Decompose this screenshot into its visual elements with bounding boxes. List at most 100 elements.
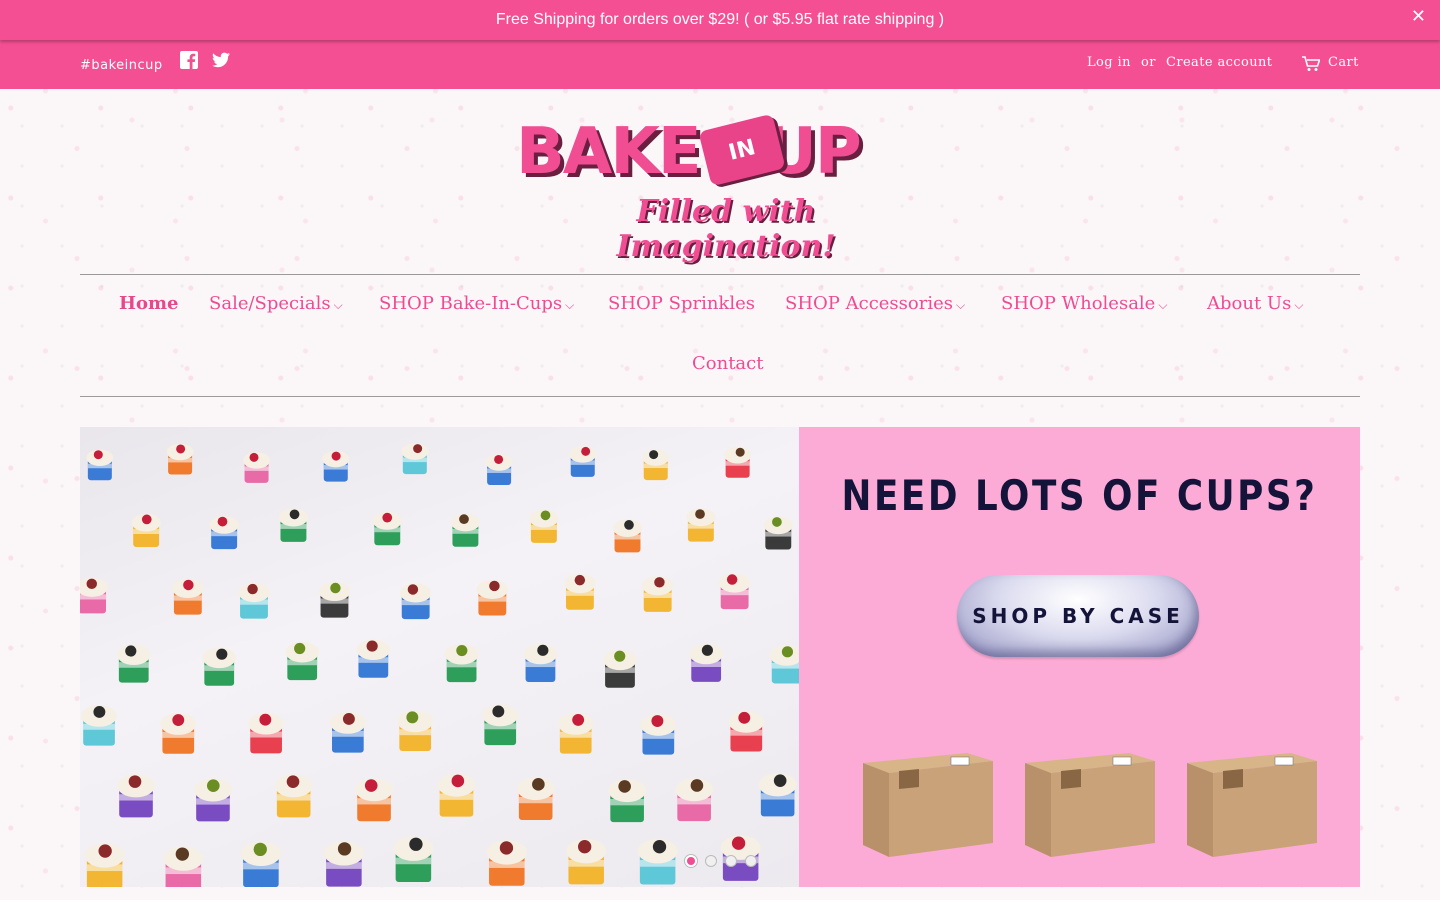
cupcake	[166, 443, 194, 475]
cupcake	[372, 511, 402, 546]
announcement-text: Free Shipping for orders over $29! ( or …	[495, 11, 945, 28]
cupcakes-illustration	[80, 443, 799, 887]
logo-tagline: Filled with Imagination!	[616, 194, 836, 264]
cart-icon[interactable]	[1302, 56, 1320, 72]
cupcake	[194, 778, 232, 822]
cupcake	[117, 644, 151, 683]
cupcake	[248, 712, 284, 754]
cupcake	[393, 836, 434, 882]
slideshow-pagination	[685, 855, 757, 867]
cupcake	[523, 643, 558, 682]
promo-headline: NEED LOTS OF CUPS?	[841, 471, 1318, 520]
nav-divider-bottom	[80, 396, 1360, 397]
cupcake	[318, 581, 351, 618]
cart-link[interactable]: Cart	[1328, 55, 1359, 70]
cupcake	[274, 774, 313, 818]
hashtag-link[interactable]: #bakeincup	[80, 58, 163, 73]
slide-dot-2[interactable]	[705, 855, 717, 867]
nav-item-shop-accessories[interactable]: SHOP Accessories ⌵	[785, 293, 965, 314]
cupcake	[397, 710, 434, 752]
cupcake	[243, 452, 271, 483]
cupcake	[400, 583, 432, 620]
cupcake	[758, 773, 797, 817]
cupcake	[330, 712, 366, 753]
cupcake	[81, 705, 117, 746]
chevron-down-icon: ⌵	[565, 298, 575, 312]
nav-item-label: About Us	[1207, 293, 1292, 314]
cupcake	[163, 846, 204, 887]
nav-item-label: Home	[119, 293, 179, 314]
cupcake	[356, 639, 391, 678]
shop-by-case-button[interactable]: SHOP BY CASE	[957, 575, 1199, 657]
site-logo[interactable]: BAKE CUP IN Filled with Imagination!	[516, 113, 924, 264]
or-text: or	[1141, 55, 1156, 70]
nav-item-label: SHOP Accessories	[785, 293, 953, 314]
cupcake	[80, 577, 108, 614]
nav-item-contact[interactable]: Contact	[692, 353, 763, 374]
nav-item-label: Contact	[692, 353, 764, 374]
shipping-box-icon	[1187, 753, 1317, 857]
cupcake	[401, 443, 429, 475]
slide-dot-4[interactable]	[745, 855, 757, 867]
cupcake	[728, 710, 765, 752]
cupcake	[117, 774, 155, 818]
cupcake	[482, 704, 519, 746]
nav-item-shop-sprinkles[interactable]: SHOP Sprinkles	[608, 293, 755, 314]
cupcake	[640, 714, 677, 755]
cupcake	[323, 841, 364, 887]
create-account-link[interactable]: Create account	[1166, 55, 1272, 70]
promo-panel: NEED LOTS OF CUPS? SHOP BY CASE	[799, 427, 1360, 887]
cupcake	[566, 838, 607, 885]
cupcake	[637, 838, 678, 885]
cupcake	[131, 513, 161, 547]
cupcake	[686, 508, 716, 542]
cupcake	[603, 649, 637, 688]
cupcake	[769, 645, 799, 684]
cupcake	[238, 582, 270, 619]
cupcake	[763, 516, 793, 550]
slide-dot-3[interactable]	[725, 855, 737, 867]
cupcake	[557, 712, 594, 754]
close-icon[interactable]: ✕	[1411, 6, 1426, 27]
cupcake	[476, 579, 508, 616]
announcement-bar: Free Shipping for orders over $29! ( or …	[0, 0, 1440, 40]
nav-item-label: Sale/Specials	[209, 293, 331, 314]
cupcake	[86, 449, 114, 481]
twitter-icon[interactable]	[212, 51, 230, 69]
cupcake	[240, 841, 281, 887]
cupcake	[209, 515, 239, 550]
chevron-down-icon: ⌵	[1158, 298, 1168, 312]
cupcake	[569, 446, 597, 477]
slide-dot-1[interactable]	[685, 855, 697, 867]
cupcake	[160, 713, 197, 754]
chevron-down-icon: ⌵	[956, 298, 966, 312]
top-bar: #bakeincup Log in or Create account Cart	[0, 40, 1440, 89]
cupcake	[689, 643, 723, 682]
cupcake	[355, 778, 393, 822]
cupcake	[172, 578, 204, 615]
nav-item-shop-wholesale[interactable]: SHOP Wholesale ⌵	[1001, 293, 1167, 314]
chevron-down-icon: ⌵	[1294, 298, 1304, 312]
cupcake	[322, 450, 350, 482]
facebook-icon[interactable]	[180, 51, 198, 69]
cupcake	[675, 778, 714, 822]
cupcake	[642, 576, 674, 612]
cupcake	[444, 644, 479, 683]
login-link[interactable]: Log in	[1087, 55, 1131, 70]
nav-item-about-us[interactable]: About Us ⌵	[1207, 293, 1303, 314]
cupcake	[485, 454, 513, 485]
chevron-down-icon: ⌵	[333, 298, 343, 312]
cupcake	[564, 574, 596, 610]
cupcake	[612, 519, 643, 553]
nav-divider-top	[80, 274, 1360, 275]
nav-item-home[interactable]: Home	[119, 293, 179, 314]
cupcake	[285, 641, 319, 681]
cupcake	[202, 647, 236, 686]
nav-item-sale-specials[interactable]: Sale/Specials ⌵	[209, 293, 343, 314]
cupcakes-photo	[80, 427, 799, 887]
nav-item-label: SHOP Sprinkles	[608, 293, 755, 314]
nav-item-label: SHOP Bake-In-Cups	[379, 293, 563, 314]
nav-item-shop-bake-in-cups[interactable]: SHOP Bake-In-Cups ⌵	[379, 293, 574, 314]
hero-slideshow[interactable]: NEED LOTS OF CUPS? SHOP BY CASE	[80, 427, 1360, 887]
cupcake	[437, 773, 476, 817]
